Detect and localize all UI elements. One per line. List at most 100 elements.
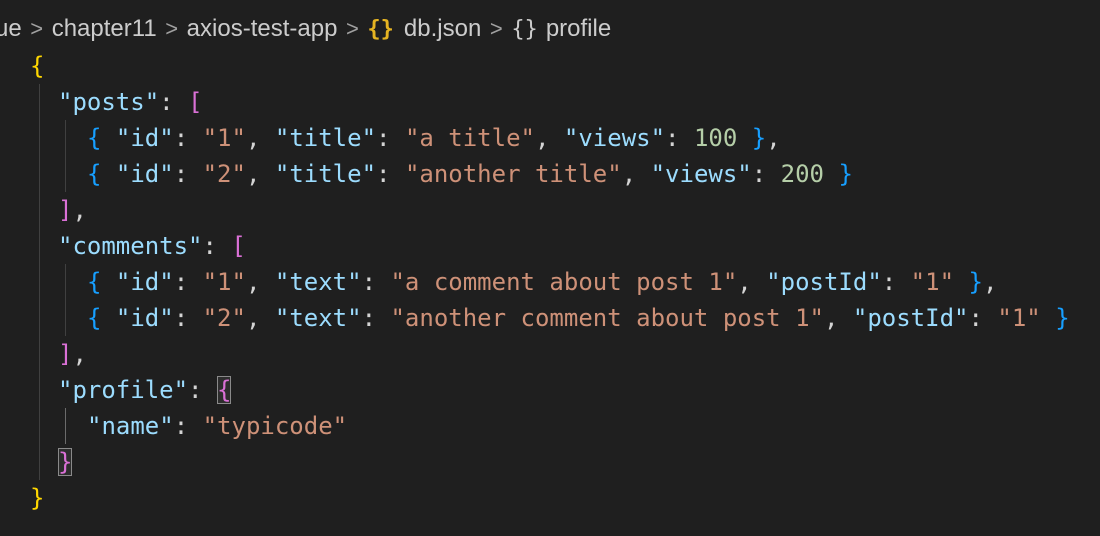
- json-string: "a comment about post 1": [390, 268, 738, 296]
- json-key: "text": [274, 304, 362, 332]
- close-brace: }: [751, 124, 767, 152]
- close-brace: }: [838, 160, 853, 188]
- colon: :: [173, 160, 203, 188]
- colon: :: [173, 304, 203, 332]
- code-line[interactable]: { "id": "1", "title": "a title", "views"…: [0, 120, 1100, 156]
- colon: :: [188, 376, 217, 404]
- json-key: "views": [563, 124, 666, 152]
- open-bracket: [: [188, 88, 203, 116]
- breadcrumb-item-db-json[interactable]: {} db.json: [367, 15, 481, 43]
- colon: :: [968, 304, 998, 332]
- json-key: "postId": [766, 268, 882, 296]
- code-editor[interactable]: { "posts": [ { "id": "1", "title": "a ti…: [0, 48, 1100, 536]
- json-number: 200: [780, 160, 825, 188]
- colon: :: [173, 124, 203, 152]
- json-string: "another title": [404, 160, 622, 188]
- code-line[interactable]: { "id": "1", "text": "a comment about po…: [0, 264, 1100, 300]
- open-brace: {: [87, 268, 102, 296]
- code-line[interactable]: { "id": "2", "text": "another comment ab…: [0, 300, 1100, 336]
- breadcrumb-item-chapter11[interactable]: chapter11: [52, 15, 157, 43]
- comma: ,: [245, 304, 275, 332]
- json-key: "profile": [58, 376, 189, 404]
- comma: ,: [72, 340, 87, 368]
- open-brace: {: [87, 124, 102, 152]
- breadcrumb-item-profile[interactable]: {} profile: [511, 15, 611, 43]
- json-key: "id": [115, 268, 174, 296]
- open-brace: {: [87, 160, 102, 188]
- comma: ,: [245, 268, 275, 296]
- colon: :: [173, 268, 203, 296]
- json-key: "id": [115, 124, 174, 152]
- json-string: "1": [910, 268, 955, 296]
- colon: :: [361, 304, 391, 332]
- colon: :: [881, 268, 911, 296]
- comma: ,: [72, 196, 87, 224]
- comma: ,: [737, 268, 767, 296]
- comma: ,: [766, 124, 781, 152]
- code-line[interactable]: "profile": {: [0, 372, 1100, 408]
- open-brace-matched: {: [216, 376, 232, 404]
- code-line[interactable]: "posts": [: [0, 84, 1100, 120]
- code-line[interactable]: ],: [0, 336, 1100, 372]
- breadcrumb-item-axios-test-app[interactable]: axios-test-app: [187, 15, 338, 43]
- code-line[interactable]: ],: [0, 192, 1100, 228]
- code-line[interactable]: {: [0, 48, 1100, 84]
- code-line[interactable]: "comments": [: [0, 228, 1100, 264]
- breadcrumb-item-label: profile: [545, 15, 612, 42]
- breadcrumb-item-ue[interactable]: ue: [0, 15, 22, 43]
- breadcrumb-item-label: db.json: [403, 15, 482, 42]
- close-bracket: ]: [58, 340, 73, 368]
- comma: ,: [245, 124, 275, 152]
- colon: :: [751, 160, 781, 188]
- json-string: "1": [202, 268, 246, 296]
- json-key: "title": [274, 160, 377, 188]
- close-brace-matched: }: [58, 448, 73, 476]
- json-string: "a title": [404, 124, 535, 152]
- close-bracket: ]: [58, 196, 73, 224]
- json-key: "posts": [58, 88, 160, 116]
- close-brace: }: [1055, 304, 1070, 332]
- chevron-right-icon: >: [345, 16, 359, 41]
- json-key: "name": [87, 412, 174, 440]
- chevron-right-icon: >: [30, 16, 44, 41]
- json-string: "2": [202, 304, 246, 332]
- json-key: "id": [115, 160, 174, 188]
- json-key: "text": [274, 268, 362, 296]
- json-string: "1": [997, 304, 1041, 332]
- code-line-current[interactable]: }: [0, 444, 1100, 480]
- comma: ,: [534, 124, 564, 152]
- colon: :: [159, 88, 189, 116]
- close-brace: }: [968, 268, 983, 296]
- comma: ,: [245, 160, 275, 188]
- json-number: 100: [693, 124, 738, 152]
- object-symbol-icon: {}: [511, 17, 538, 42]
- json-string: "1": [202, 124, 246, 152]
- colon: :: [376, 160, 405, 188]
- json-key: "id": [115, 304, 174, 332]
- json-string: "2": [202, 160, 246, 188]
- colon: :: [665, 124, 694, 152]
- colon: :: [173, 412, 203, 440]
- open-bracket: [: [231, 232, 246, 260]
- comma: ,: [982, 268, 998, 296]
- json-key: "title": [274, 124, 377, 152]
- colon: :: [202, 232, 232, 260]
- json-string: "another comment about post 1": [390, 304, 824, 332]
- code-line[interactable]: "name": "typicode": [0, 408, 1100, 444]
- close-brace: }: [30, 484, 45, 512]
- chevron-right-icon: >: [489, 16, 503, 41]
- colon: :: [361, 268, 391, 296]
- comma: ,: [621, 160, 651, 188]
- colon: :: [376, 124, 405, 152]
- chevron-right-icon: >: [165, 16, 179, 41]
- open-brace: {: [30, 52, 45, 80]
- json-file-icon: {}: [367, 17, 394, 42]
- open-brace: {: [87, 304, 102, 332]
- json-key: "postId": [852, 304, 969, 332]
- comma: ,: [823, 304, 853, 332]
- json-string: "typicode": [202, 412, 348, 440]
- code-line[interactable]: { "id": "2", "title": "another title", "…: [0, 156, 1100, 192]
- json-key: "views": [650, 160, 752, 188]
- json-key: "comments": [58, 232, 203, 260]
- code-line[interactable]: }: [0, 480, 1100, 516]
